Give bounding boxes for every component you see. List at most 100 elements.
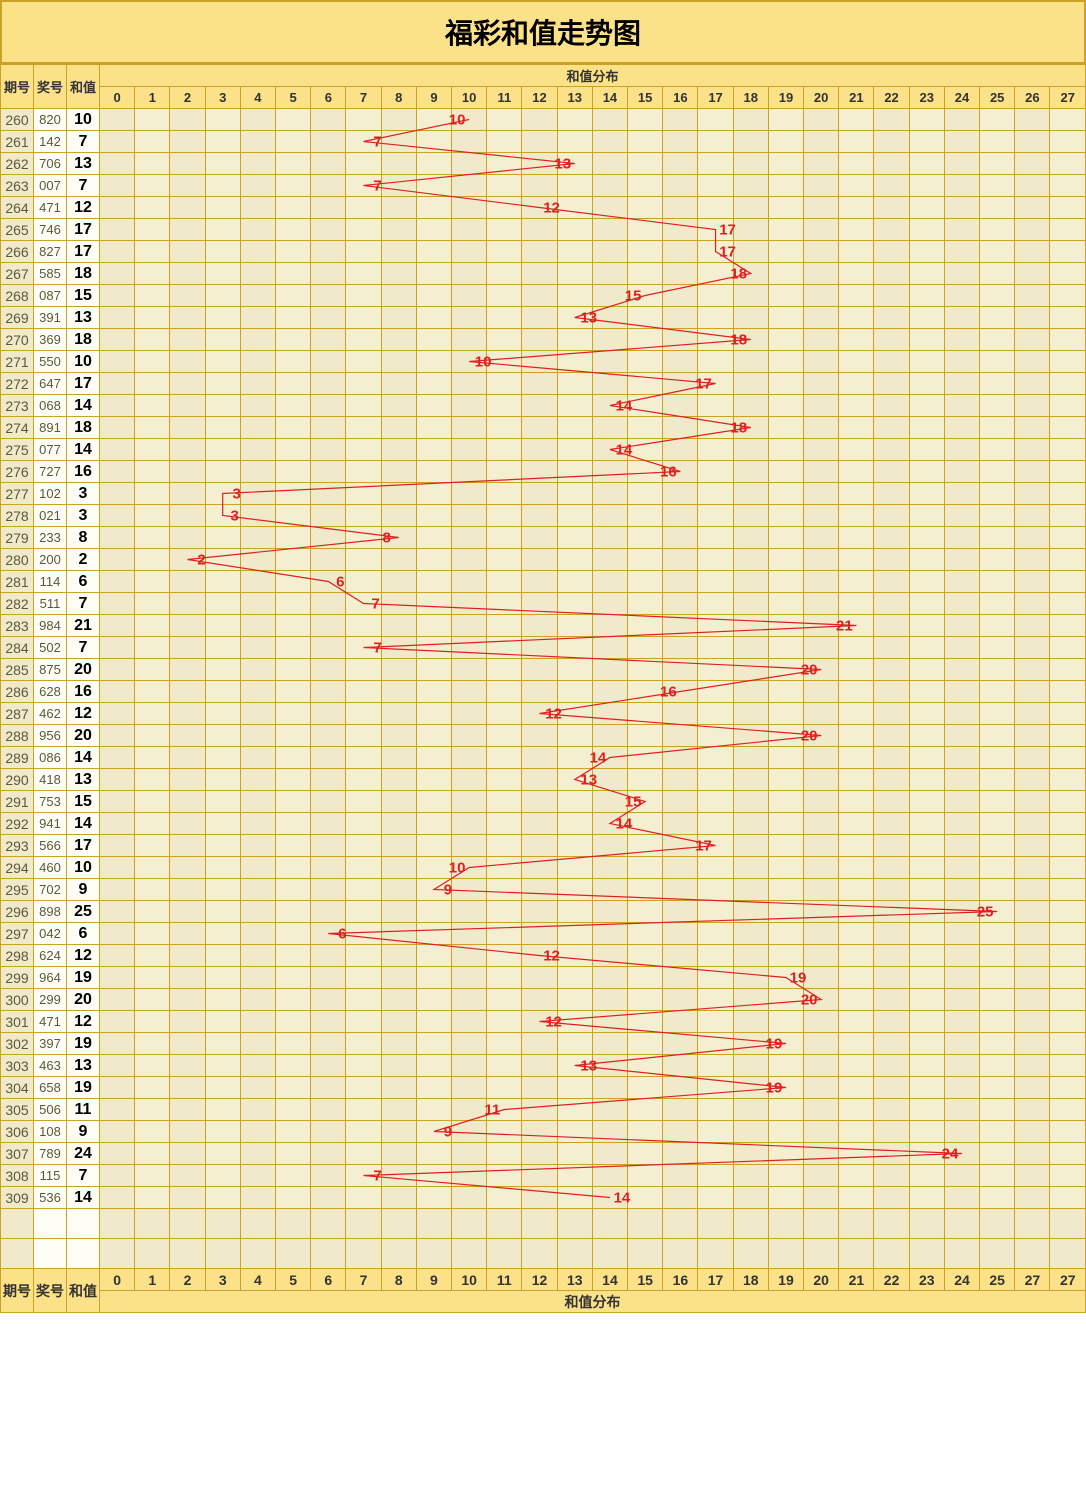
dist-cell [170,791,205,813]
dist-cell [170,1011,205,1033]
sum-cell: 10 [67,109,100,131]
dist-cell [381,637,416,659]
dist-cell [452,593,487,615]
dist-cell [522,373,557,395]
dist-cell [980,901,1015,923]
dist-cell [557,967,592,989]
dist-cell [522,791,557,813]
dist-cell [698,417,733,439]
dist-cell [944,439,979,461]
dist-cell [170,725,205,747]
dist-cell [839,219,874,241]
dist-cell [276,351,311,373]
dist-cell [804,791,839,813]
dist-cell [804,1055,839,1077]
dist-cell [733,505,768,527]
dist-cell [980,725,1015,747]
dist-cell [804,483,839,505]
dist-cell [1050,945,1086,967]
dist-cell [487,571,522,593]
dist-cell [487,945,522,967]
dist-cell [909,703,944,725]
footer-award: 奖号 [34,1269,67,1313]
dist-cell [135,1055,170,1077]
dist-cell [346,879,381,901]
dist-cell [557,483,592,505]
dist-cell [240,703,275,725]
dist-cell [839,989,874,1011]
dist-cell [100,769,135,791]
dist-cell [522,571,557,593]
sum-cell: 21 [67,615,100,637]
dist-cell [768,395,803,417]
dist-cell [628,197,663,219]
dist-cell [205,791,240,813]
dist-cell [909,307,944,329]
dist-cell [628,703,663,725]
dist-cell [804,505,839,527]
dist-cell [592,527,627,549]
dist-cell [487,527,522,549]
dist-cell [1015,351,1050,373]
dist-cell [487,1187,522,1209]
dist-cell [557,285,592,307]
dist-cell [768,1165,803,1187]
dist-cell [944,747,979,769]
dist-cell [100,791,135,813]
dist-cell [980,989,1015,1011]
dist-cell [628,615,663,637]
dist-cell [135,593,170,615]
dist-cell [170,945,205,967]
dist-cell [768,637,803,659]
dist-cell [135,1077,170,1099]
dist-cell [416,505,451,527]
sum-cell: 2 [67,549,100,571]
dist-cell [1050,373,1086,395]
dist-cell [346,681,381,703]
dist-cell [522,351,557,373]
sum-cell: 18 [67,263,100,285]
dist-cell [276,285,311,307]
dist-header-cell: 25 [980,87,1015,109]
dist-cell [205,725,240,747]
dist-cell [311,1033,346,1055]
dist-cell [311,241,346,263]
dist-cell [416,703,451,725]
footer-dist-cell: 15 [628,1269,663,1291]
dist-cell [240,197,275,219]
dist-cell [909,505,944,527]
dist-cell [698,879,733,901]
dist-cell [100,307,135,329]
sum-cell: 19 [67,1033,100,1055]
dist-cell [100,1165,135,1187]
dist-cell [381,395,416,417]
dist-cell [205,197,240,219]
dist-cell [170,989,205,1011]
dist-cell [628,769,663,791]
dist-cell [698,659,733,681]
dist-cell [804,373,839,395]
dist-cell [874,791,909,813]
dist-cell [839,1099,874,1121]
dist-cell [980,527,1015,549]
dist-cell [522,1165,557,1187]
dist-cell [170,527,205,549]
award-cell: 702 [34,879,67,901]
dist-cell [1015,813,1050,835]
dist-cell [346,747,381,769]
dist-cell [1015,417,1050,439]
dist-cell [276,813,311,835]
dist-cell [663,549,698,571]
dist-cell [240,989,275,1011]
dist-cell [100,1143,135,1165]
dist-cell [839,1011,874,1033]
dist-cell [100,901,135,923]
dist-cell [100,175,135,197]
dist-cell [276,1099,311,1121]
dist-cell [557,263,592,285]
award-cell: 536 [34,1187,67,1209]
dist-cell [698,571,733,593]
period-cell: 292 [1,813,34,835]
dist-cell [311,879,346,901]
dist-cell [698,285,733,307]
